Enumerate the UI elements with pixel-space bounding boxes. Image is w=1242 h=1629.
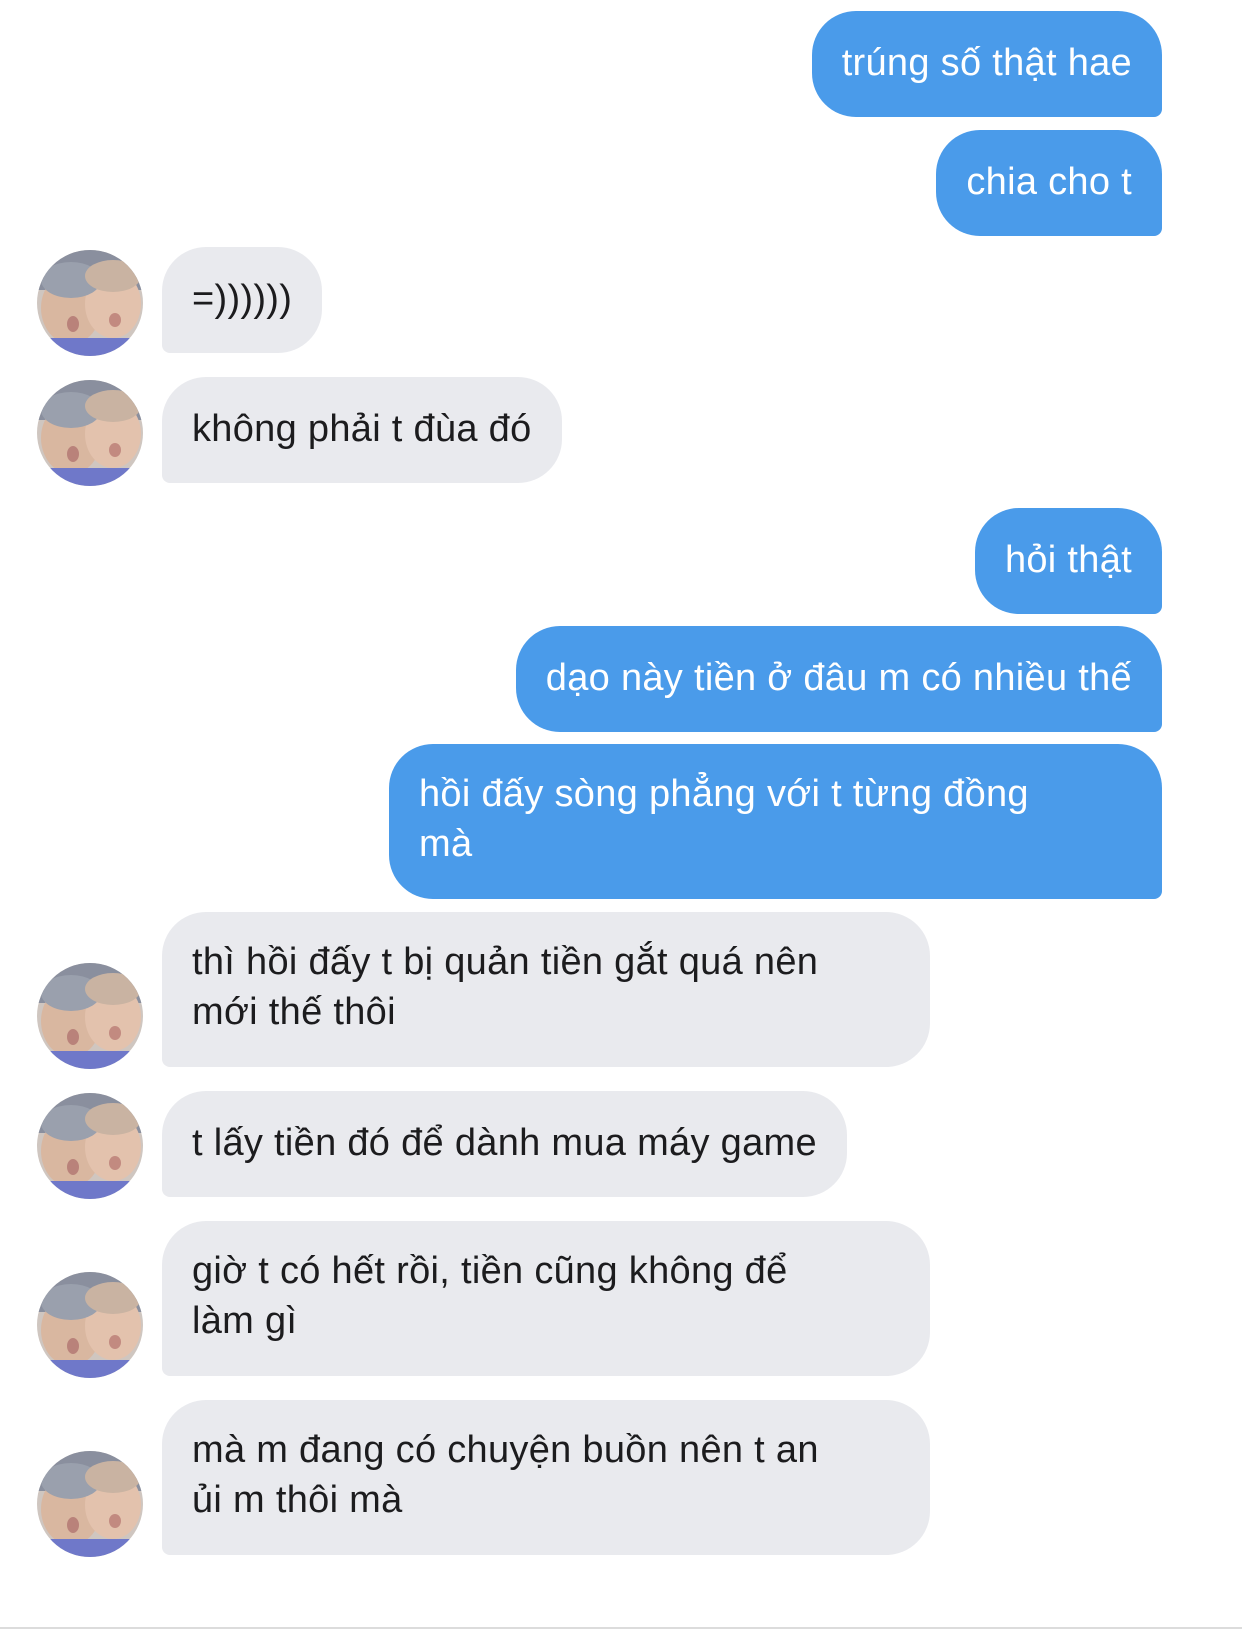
contact-avatar-photo-icon bbox=[37, 1272, 143, 1378]
incoming-message[interactable]: t lấy tiền đó để dành mua máy game bbox=[162, 1091, 847, 1197]
contact-avatar-photo-icon bbox=[37, 250, 143, 356]
contact-avatar-photo-icon bbox=[37, 380, 143, 486]
outgoing-message[interactable]: dạo này tiền ở đâu m có nhiều thế bbox=[515, 626, 1162, 732]
outgoing-message[interactable]: hỏi thật bbox=[974, 508, 1162, 614]
contact-avatar[interactable] bbox=[37, 250, 143, 356]
contact-avatar[interactable] bbox=[37, 963, 143, 1069]
contact-avatar[interactable] bbox=[37, 380, 143, 486]
contact-avatar-photo-icon bbox=[37, 1451, 143, 1557]
contact-avatar[interactable] bbox=[37, 1451, 143, 1557]
outgoing-message[interactable]: chia cho t bbox=[936, 130, 1162, 236]
outgoing-message[interactable]: hồi đấy sòng phẳng với t từng đồng mà bbox=[389, 744, 1162, 899]
incoming-message[interactable]: giờ t có hết rồi, tiền cũng không để làm… bbox=[162, 1221, 930, 1376]
incoming-message[interactable]: mà m đang có chuyện buồn nên t an ủi m t… bbox=[162, 1400, 930, 1555]
outgoing-message[interactable]: trúng số thật hae bbox=[811, 11, 1162, 117]
contact-avatar-photo-icon bbox=[37, 1093, 143, 1199]
contact-avatar[interactable] bbox=[37, 1272, 143, 1378]
incoming-message[interactable]: không phải t đùa đó bbox=[162, 377, 562, 483]
contact-avatar[interactable] bbox=[37, 1093, 143, 1199]
incoming-message[interactable]: =)))))) bbox=[162, 247, 323, 353]
incoming-message[interactable]: thì hồi đấy t bị quản tiền gắt quá nên m… bbox=[162, 912, 930, 1067]
contact-avatar-photo-icon bbox=[37, 963, 143, 1069]
